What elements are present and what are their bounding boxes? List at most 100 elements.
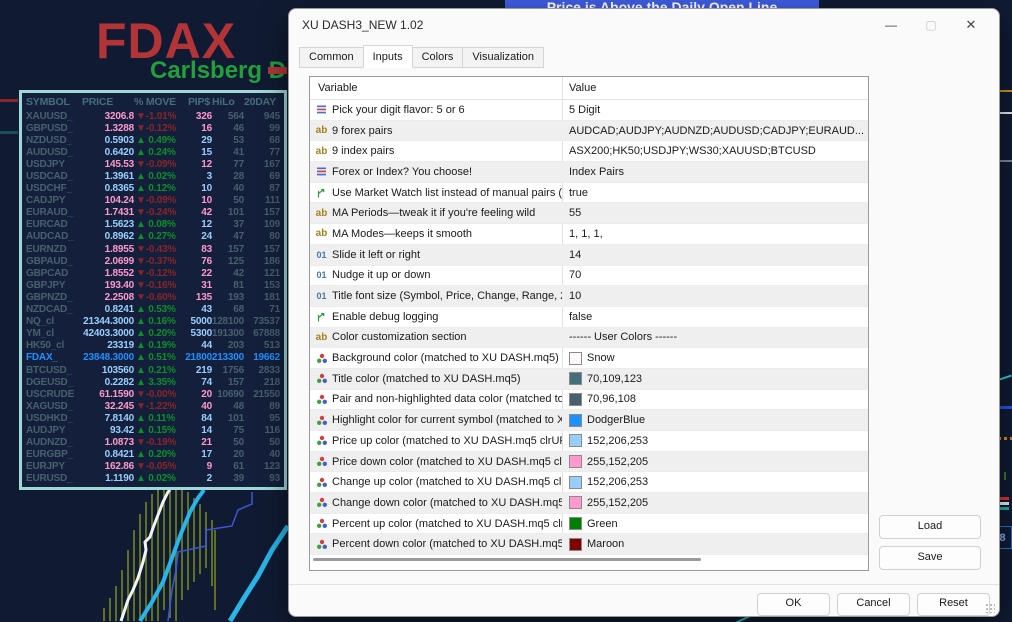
minimize-button[interactable]: — [871,9,911,41]
setting-value-cell[interactable]: true [562,187,868,199]
setting-ma-modes-keeps-it-smooth[interactable]: ab 01 MA Modes—keeps it smooth [310,224,868,245]
setting-value-cell[interactable]: 255,152,205 [562,455,868,469]
inputs-rows: ab 01 Pick your digit flavor: 5 or 6 [310,100,868,556]
setting-forex-or-index-you-choose[interactable]: ab 01 Forex or Index? You choose! [310,162,868,183]
price-cell: 0.8365 [104,183,135,195]
dash-row-gbpjpy: GBPJPY 193.40 ▼-0.16% 31 81 153 [26,279,280,291]
maximize-button[interactable]: ▢ [911,9,951,41]
ok-button[interactable]: OK [757,593,830,616]
tab-colors[interactable]: Colors [411,47,464,68]
setting-color-customization-section[interactable]: ab 01 Color customization section [310,327,868,349]
tab-inputs[interactable]: Inputs [362,45,413,68]
setting-use-market-watch-list-instea[interactable]: ab 01 Use Market Watch list instead of m… [310,183,868,204]
setting-ma-periods-tweak-it-if-you-r[interactable]: ab 01 MA Periods—tweak it if you're feel… [310,203,868,225]
left-line-stub-red [0,99,18,102]
setting-value-cell[interactable]: 1, 1, 1, [562,228,868,240]
dash-header-move: % MOVE [134,96,176,108]
setting-percent-up-color-matched-to-[interactable]: ab 01 Percent up color (matched to XU DA… [310,514,868,535]
setting-change-up-color-matched-to-x[interactable]: ab 01 Change up color (matched to XU DAS… [310,472,868,494]
symbol-cell: USDCAD_ [26,171,73,183]
price-cell: 2.0699 [104,255,135,267]
range20-cell: 181 [263,291,280,303]
setting-value-cell[interactable]: 70,96,108 [562,392,868,406]
tab-common[interactable]: Common [299,47,364,68]
change-cell: ▲ 0.16% [136,316,176,328]
reset-button[interactable]: Reset [917,593,990,616]
pips-cell: 3 [206,171,213,183]
dash-row-audusd: AUDUSD_ 0.6420 ▲ 0.24% 15 41 77 [26,146,280,158]
setting-value-cell[interactable]: 5 Digit [562,104,868,116]
dash-row-usdcad: USDCAD_ 1.3961 ▲ 0.02% 3 28 69 [26,170,280,182]
symbol-cell: EURNZD [26,243,67,255]
setting-price-up-color-matched-to-xu[interactable]: ab 01 Price up color (matched to XU DASH… [310,431,868,452]
setting-value-cell[interactable]: 55 [562,207,868,219]
setting-value-cell[interactable]: 70,109,123 [562,372,868,386]
price-cell: 1.3288 [104,122,135,134]
setting-value-cell[interactable]: 152,206,253 [562,434,868,448]
dash-header-price: PRICE [82,96,114,108]
setting-title-font-size-symbol-price[interactable]: ab 01 Title font size (Symbol, Price, Ch… [310,286,868,307]
symbol-cell: EURUSD_ [26,473,73,485]
cancel-button[interactable]: Cancel [837,593,910,616]
resize-grip[interactable] [985,603,995,613]
horizontal-scrollbar-thumb[interactable] [313,558,701,561]
symbol-cell: FDAX_ [26,352,58,364]
price-cell: 0.6420 [104,146,135,158]
setting-variable-cell: ab 01 Percent down color (matched to XU … [310,538,562,550]
setting-value-cell[interactable]: Index Pairs [562,166,868,178]
value-column-header: Value [569,82,597,94]
setting-value-cell[interactable]: 10 [562,290,868,302]
setting-value-cell[interactable]: Green [562,517,868,531]
dash-row-cadjpy: CADJPY 104.24 ▼-0.09% 10 50 111 [26,195,280,207]
setting-value-cell[interactable]: 255,152,205 [562,496,868,510]
change-cell: ▲ 0.24% [136,146,176,158]
change-cell: ▼-0.12% [136,267,177,279]
color-swatch [569,496,582,510]
price-cell: 104.24 [104,195,135,207]
setting-value-cell[interactable]: ------ User Colors ------ [562,331,868,343]
setting-variable-cell: ab 01 Slide it left or right [310,249,562,261]
range20-cell: 77 [269,146,280,158]
setting-9-index-pairs[interactable]: ab 01 9 index pairs ASX [310,141,868,163]
setting-value-cell[interactable]: false [562,311,868,323]
setting-value-cell[interactable]: Snow [562,351,868,365]
setting-value-cell[interactable]: Maroon [562,537,868,551]
load-button[interactable]: Load [879,515,981,539]
hilo-cell: 37 [233,219,244,231]
setting-9-forex-pairs[interactable]: ab 01 9 forex pairs AUD [310,120,868,142]
setting-value: 152,206,253 [587,434,649,447]
symbol-cell: AUDCAD_ [26,231,74,243]
setting-pick-your-digit-flavor-5-or-[interactable]: ab 01 Pick your digit flavor: 5 or 6 [310,100,868,121]
pips-cell: 83 [201,243,212,255]
setting-label: Pair and non-highlighted data color (mat… [332,393,562,406]
setting-nudge-it-up-or-down[interactable]: ab 01 Nudge it up or down [310,266,868,287]
setting-value-cell[interactable]: DodgerBlue [562,413,868,427]
save-button[interactable]: Save [879,546,981,570]
setting-percent-down-color-matched-t[interactable]: ab 01 Percent down color (matched to XU … [310,534,868,556]
setting-label: Pick your digit flavor: 5 or 6 [332,103,465,116]
setting-background-color-matched-to-[interactable]: ab 01 Background color (matched to XU DA… [310,348,868,369]
setting-title-color-matched-to-xu-da[interactable]: ab 01 Title color (matched to XU DASH.mq… [310,368,868,390]
setting-value: true [569,186,588,199]
price-cell: 1.5623 [104,219,135,231]
change-cell: ▼-1.01% [136,110,177,122]
symbol-cell: XAUUSD_ [26,110,73,122]
price-cell: 3206.8 [104,110,135,122]
tab-visualization[interactable]: Visualization [462,47,544,68]
setting-enable-debug-logging[interactable]: ab 01 Enable debug logging [310,307,868,328]
setting-value-cell[interactable]: AUDCAD;AUDJPY;AUDNZD;AUDUSD;CADJPY;EURAU… [562,125,868,137]
setting-value-cell[interactable]: 152,206,253 [562,475,868,489]
setting-value-cell[interactable]: 14 [562,249,868,261]
setting-highlight-color-for-current-[interactable]: ab 01 Highlight color for current symbol… [310,410,868,431]
setting-change-down-color-matched-to[interactable]: ab 01 Change down color (matched to XU D… [310,493,868,514]
setting-price-down-color-matched-to-[interactable]: ab 01 Price down color (matched to XU DA… [310,451,868,473]
close-button[interactable]: ✕ [951,9,991,41]
setting-value-cell[interactable]: 70 [562,269,868,281]
setting-pair-and-non-highlighted-dat[interactable]: ab 01 Pair and non-highlighted data colo… [310,390,868,411]
tab-label: Inputs [372,51,403,63]
setting-value-cell[interactable]: ASX200;HK50;USDJPY;WS30;XAUUSD;BTCUSD [562,145,868,157]
setting-slide-it-left-or-right[interactable]: ab 01 Slide it left or right [310,244,868,266]
symbol-cell: EURCAD [26,219,68,231]
red-bar-decoration [268,67,287,74]
dialog-titlebar[interactable]: XU DASH3_NEW 1.02 — ▢ ✕ [289,9,999,41]
